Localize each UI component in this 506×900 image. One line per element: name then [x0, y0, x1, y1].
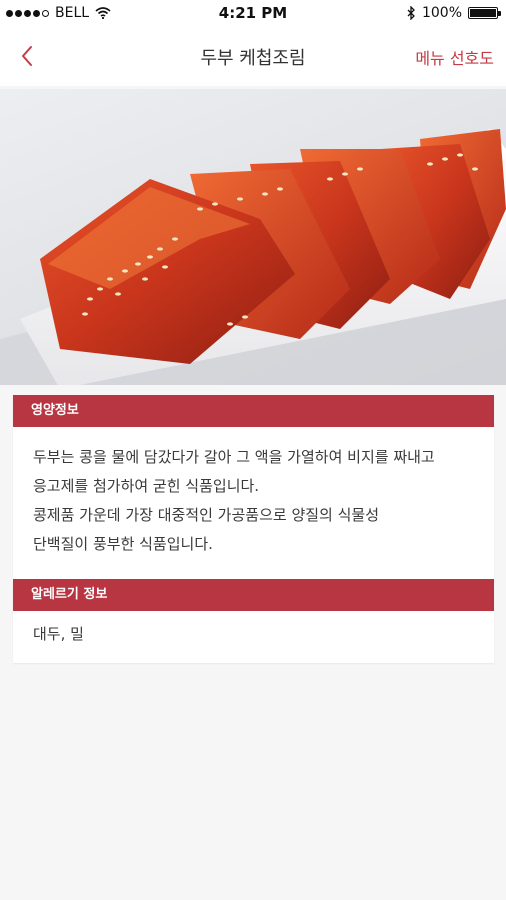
info-card: 영양정보 두부는 콩을 물에 담갔다가 갈아 그 액을 가열하여 비지를 짜내고…: [13, 395, 494, 663]
nutrition-header: 영양정보: [13, 395, 494, 427]
nutrition-description: 두부는 콩을 물에 담갔다가 갈아 그 액을 가열하여 비지를 짜내고 응고제를…: [13, 427, 494, 579]
bluetooth-icon: [407, 6, 415, 20]
nutrition-line: 두부는 콩을 물에 담갔다가 갈아 그 액을 가열하여 비지를 짜내고: [33, 448, 435, 466]
status-right: 100%: [407, 5, 501, 21]
nutrition-line: 응고제를 첨가하여 굳힌 식품입니다.: [33, 477, 260, 495]
chevron-left-icon: [22, 46, 32, 66]
nutrition-line: 단백질이 풍부한 식품입니다.: [33, 535, 213, 553]
status-bar: BELL 4:21 PM 100%: [0, 0, 506, 28]
nav-bar: 두부 케첩조림 메뉴 선호도: [0, 28, 506, 86]
allergy-header: 알레르기 정보: [13, 579, 494, 611]
nutrition-line: 콩제품 가운데 가장 대중적인 가공품으로 양질의 식물성: [33, 506, 380, 524]
battery-percent: 100%: [421, 5, 462, 21]
tofu-dish-image: [0, 129, 506, 385]
food-photo: [0, 89, 506, 385]
back-button[interactable]: [14, 40, 44, 72]
battery-icon: [468, 7, 501, 19]
battery-fill: [470, 9, 496, 17]
menu-preference-button[interactable]: 메뉴 선호도: [415, 45, 494, 69]
allergy-text: 대두, 밀: [33, 625, 84, 643]
